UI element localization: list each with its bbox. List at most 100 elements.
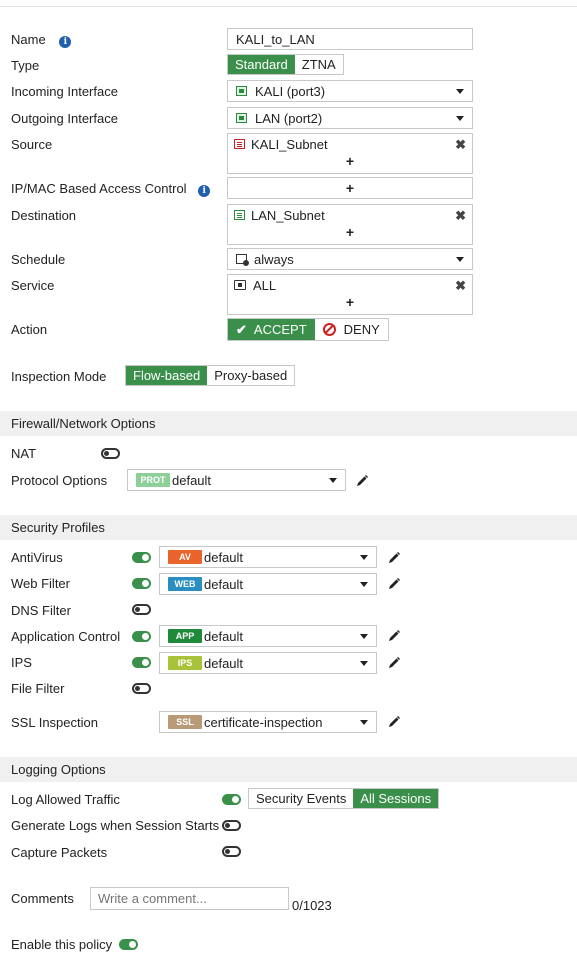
source-field[interactable]: KALI_Subnet ✖ + [227, 133, 473, 174]
address-icon [234, 210, 245, 220]
enable-policy-label: Enable this policy [11, 937, 113, 952]
service-entry[interactable]: ALL ✖ [228, 275, 472, 295]
log-allowed-traffic-toggle[interactable] [222, 794, 241, 805]
action-toggle: ✔ ACCEPT DENY [227, 318, 389, 341]
capture-packets-toggle[interactable] [222, 846, 241, 857]
av-badge: AV [168, 550, 202, 564]
deny-button[interactable]: DENY [314, 319, 388, 340]
outgoing-interface-select[interactable]: LAN (port2) [227, 107, 473, 129]
capture-packets-label: Capture Packets [11, 845, 108, 860]
schedule-icon [236, 254, 249, 266]
nat-label: NAT [11, 446, 37, 461]
remove-icon[interactable]: ✖ [455, 278, 466, 294]
file-filter-label: File Filter [11, 681, 65, 696]
enable-policy-toggle[interactable] [119, 939, 138, 950]
comments-label: Comments [11, 891, 74, 906]
service-icon [234, 280, 246, 290]
application-control-select[interactable]: APP default [159, 625, 377, 647]
chevron-down-icon [360, 555, 368, 560]
log-mode-toggle: Security Events All Sessions [248, 788, 440, 809]
chevron-down-icon [360, 634, 368, 639]
ssl-badge: SSL [168, 715, 202, 729]
chevron-down-icon [456, 257, 464, 262]
file-filter-toggle[interactable] [132, 683, 151, 694]
protocol-options-select[interactable]: PROT default [127, 469, 346, 491]
edit-icon[interactable] [387, 715, 401, 729]
all-sessions-button[interactable]: All Sessions [353, 789, 439, 808]
edit-icon[interactable] [387, 656, 401, 670]
antivirus-toggle[interactable] [132, 552, 151, 563]
interface-icon [236, 86, 247, 96]
ips-select[interactable]: IPS default [159, 652, 377, 674]
session-start-logs-label: Generate Logs when Session Starts [11, 818, 220, 833]
logging-section-header: Logging Options [0, 757, 577, 782]
type-ztna-button[interactable]: ZTNA [294, 55, 343, 74]
source-entry[interactable]: KALI_Subnet ✖ [228, 134, 472, 154]
service-label: Service [11, 278, 55, 293]
check-icon: ✔ [236, 321, 247, 337]
web-filter-select[interactable]: WEB default [159, 573, 377, 595]
app-badge: APP [168, 629, 202, 643]
incoming-interface-label: Incoming Interface [11, 84, 118, 99]
destination-entry[interactable]: LAN_Subnet ✖ [228, 205, 472, 225]
ips-toggle[interactable] [132, 657, 151, 668]
ssl-inspection-select[interactable]: SSL certificate-inspection [159, 711, 377, 733]
application-control-toggle[interactable] [132, 631, 151, 642]
service-field[interactable]: ALL ✖ + [227, 274, 473, 315]
dns-filter-label: DNS Filter [11, 603, 71, 618]
session-start-logs-toggle[interactable] [222, 820, 241, 831]
chevron-down-icon [360, 661, 368, 666]
info-icon[interactable]: i [198, 185, 211, 197]
name-label: Name i [11, 32, 72, 48]
web-badge: WEB [168, 577, 202, 591]
flow-based-button[interactable]: Flow-based [126, 366, 208, 385]
dns-filter-toggle[interactable] [132, 604, 151, 615]
add-service-button[interactable]: + [228, 295, 472, 311]
log-allowed-traffic-label: Log Allowed Traffic [11, 792, 120, 807]
accept-button[interactable]: ✔ ACCEPT [228, 319, 315, 340]
action-label: Action [11, 322, 48, 337]
application-control-label: Application Control [11, 629, 121, 644]
add-destination-button[interactable]: + [228, 225, 472, 241]
chevron-down-icon [360, 720, 368, 725]
add-source-button[interactable]: + [228, 154, 472, 170]
add-ipmac-button[interactable]: + [228, 181, 472, 197]
outgoing-interface-label: Outgoing Interface [11, 111, 118, 126]
destination-field[interactable]: LAN_Subnet ✖ + [227, 204, 473, 245]
deny-icon [322, 323, 336, 336]
remove-icon[interactable]: ✖ [455, 137, 466, 153]
schedule-label: Schedule [11, 252, 66, 267]
top-border [0, 0, 577, 7]
antivirus-label: AntiVirus [11, 550, 63, 565]
incoming-interface-select[interactable]: KALI (port3) [227, 80, 473, 102]
destination-label: Destination [11, 208, 77, 223]
ssl-inspection-label: SSL Inspection [11, 715, 98, 730]
proxy-based-button[interactable]: Proxy-based [207, 366, 295, 385]
security-events-button[interactable]: Security Events [249, 789, 354, 808]
name-input[interactable]: KALI_to_LAN [227, 28, 473, 50]
edit-icon[interactable] [387, 577, 401, 591]
chevron-down-icon [360, 582, 368, 587]
edit-icon[interactable] [355, 474, 369, 488]
edit-icon[interactable] [387, 629, 401, 643]
firewall-section-header: Firewall/Network Options [0, 411, 577, 436]
chevron-down-icon [329, 478, 337, 483]
comments-textarea[interactable] [90, 887, 289, 910]
type-standard-button[interactable]: Standard [228, 55, 295, 74]
nat-toggle[interactable] [101, 448, 120, 459]
ips-badge: IPS [168, 656, 202, 670]
address-icon [234, 139, 245, 149]
remove-icon[interactable]: ✖ [455, 208, 466, 224]
web-filter-toggle[interactable] [132, 578, 151, 589]
chevron-down-icon [456, 116, 464, 121]
inspection-mode-label: Inspection Mode [11, 369, 107, 384]
chevron-down-icon [456, 89, 464, 94]
ips-label: IPS [11, 655, 32, 670]
comments-counter: 0/1023 [292, 898, 332, 913]
info-icon[interactable]: i [59, 36, 72, 48]
schedule-select[interactable]: always [227, 248, 473, 270]
ipmac-label: IP/MAC Based Access Control i [11, 181, 211, 197]
antivirus-select[interactable]: AV default [159, 546, 377, 568]
ipmac-field[interactable]: + [227, 177, 473, 199]
edit-icon[interactable] [387, 551, 401, 565]
